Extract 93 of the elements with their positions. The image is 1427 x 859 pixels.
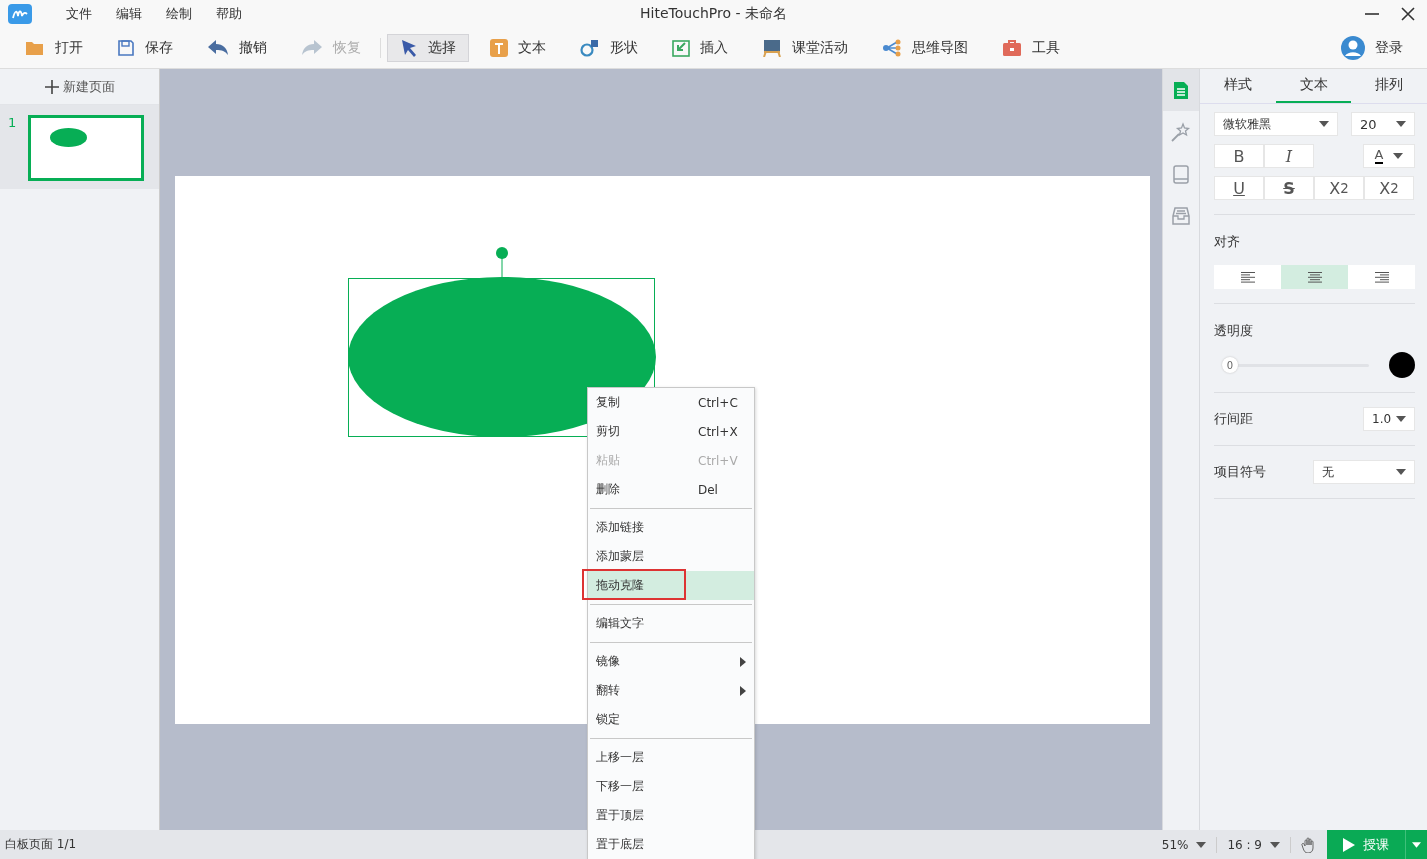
text-t-icon — [490, 39, 508, 57]
panel-tab[interactable]: 样式 — [1200, 69, 1276, 103]
toolbar-button[interactable]: 选择 — [387, 34, 469, 62]
close-icon[interactable] — [1401, 7, 1415, 21]
side-tab[interactable] — [1163, 69, 1199, 111]
present-dropdown-button[interactable] — [1405, 830, 1427, 859]
hand-icon[interactable] — [1301, 836, 1317, 853]
page-indicator: 白板页面 1/1 — [5, 836, 77, 853]
user-avatar-icon — [1341, 36, 1365, 60]
menu-item[interactable]: 拖动克隆 — [588, 571, 754, 600]
menu-item[interactable]: 添加蒙层 — [588, 542, 754, 571]
align-right-icon — [1374, 271, 1389, 283]
window-title: HiteTouchPro - 未命名 — [640, 5, 787, 23]
toolbar-button[interactable]: 思维导图 — [869, 34, 981, 62]
align-button[interactable] — [1348, 265, 1415, 289]
align-button[interactable] — [1214, 265, 1281, 289]
menu-item[interactable]: 翻转 — [588, 676, 754, 705]
line-spacing-dropdown[interactable]: 1.0 — [1363, 407, 1415, 431]
dropdown-caret-icon — [1393, 153, 1404, 159]
toolbar-button[interactable]: 形状 — [567, 34, 651, 62]
menu-item[interactable]: 添加链接 — [588, 513, 754, 542]
magic-wand-icon — [1171, 122, 1191, 142]
toolbar-button[interactable]: 课堂活动 — [749, 34, 861, 62]
panel-tab[interactable]: 文本 — [1275, 69, 1352, 103]
menu-item[interactable]: 帮助 — [204, 5, 254, 23]
italic-button[interactable]: I — [1264, 144, 1314, 168]
inbox-tray-icon — [1172, 207, 1190, 225]
toolbar-button[interactable]: 撤销 — [194, 34, 280, 62]
menu-item[interactable]: 文件 — [54, 5, 104, 23]
font-size-dropdown[interactable]: 20 — [1351, 112, 1415, 136]
menu-item[interactable]: 置于顶层 — [588, 801, 754, 830]
dropdown-caret-icon — [1319, 121, 1329, 127]
strikethrough-button[interactable]: S — [1264, 176, 1314, 200]
aspect-ratio-dropdown[interactable]: 16 : 9 — [1217, 836, 1291, 853]
dropdown-caret-icon — [1396, 416, 1406, 422]
menu-item[interactable]: 复制 Ctrl+C — [588, 388, 754, 417]
align-label: 对齐 — [1214, 233, 1241, 251]
login-button[interactable]: 登录 — [1335, 35, 1409, 61]
opacity-label: 透明度 — [1214, 322, 1254, 340]
underline-button[interactable]: U — [1214, 176, 1264, 200]
book-icon — [1173, 164, 1189, 184]
insert-image-icon — [672, 39, 690, 57]
menu-item[interactable]: 上移一层 — [588, 743, 754, 772]
menu-item[interactable]: 编辑文字 — [588, 609, 754, 638]
bullet-label: 项目符号 — [1214, 463, 1266, 481]
menu-item[interactable]: 下移一层 — [588, 772, 754, 801]
redo-icon — [301, 39, 323, 57]
dropdown-caret-icon — [1396, 121, 1406, 127]
dropdown-caret-icon — [1412, 841, 1421, 848]
toolbar-button[interactable]: 文本 — [477, 34, 559, 62]
cursor-arrow-icon — [400, 39, 418, 57]
menu-item[interactable]: 镜像 — [588, 647, 754, 676]
color-swatch[interactable] — [1389, 352, 1415, 378]
menu-item[interactable]: 剪切 Ctrl+X — [588, 417, 754, 446]
align-center-icon — [1307, 271, 1322, 283]
zoom-dropdown[interactable]: 51% — [1151, 836, 1218, 853]
toolbox-icon — [1002, 39, 1022, 57]
align-button[interactable] — [1281, 265, 1348, 289]
selected-ellipse-shape[interactable] — [347, 246, 657, 440]
panel-tab[interactable]: 排列 — [1351, 69, 1427, 103]
toolbar-button[interactable]: 工具 — [989, 34, 1073, 62]
toolbar-button[interactable]: 插入 — [659, 34, 741, 62]
menu-item[interactable]: 编辑 — [104, 5, 154, 23]
toolbar-button[interactable]: 打开 — [12, 34, 96, 62]
menu-item[interactable]: 删除 Del — [588, 475, 754, 504]
ellipse-thumbnail-icon — [50, 128, 88, 147]
page-thumbnail[interactable] — [28, 115, 145, 181]
dropdown-caret-icon — [1396, 469, 1406, 475]
plus-icon — [44, 79, 59, 94]
font-color-button[interactable]: A — [1363, 144, 1415, 168]
line-spacing-label: 行间距 — [1214, 410, 1253, 428]
dropdown-caret-icon — [1270, 841, 1280, 848]
menu-item[interactable]: 锁定 — [588, 705, 754, 734]
font-dropdown[interactable]: 微软雅黑 — [1214, 112, 1338, 136]
slider-reading: 0 — [1226, 359, 1234, 371]
easel-board-icon — [762, 39, 782, 57]
bullet-dropdown[interactable]: 无 — [1313, 460, 1415, 484]
bold-button[interactable]: B — [1214, 144, 1264, 168]
menu-item[interactable]: 绘制 — [154, 5, 204, 23]
opacity-slider[interactable]: 0 — [1222, 357, 1369, 373]
page-number: 1 — [8, 115, 17, 132]
app-logo-icon — [8, 4, 32, 24]
align-left-icon — [1240, 271, 1255, 283]
toolbar-button[interactable]: 保存 — [104, 34, 186, 62]
menu-item[interactable]: 置于底层 — [588, 830, 754, 859]
mind-map-icon — [882, 39, 902, 57]
play-icon — [1343, 837, 1355, 852]
undo-icon — [207, 39, 229, 57]
dropdown-caret-icon — [1196, 841, 1207, 848]
document-icon — [1173, 80, 1189, 100]
shapes-icon — [580, 39, 600, 57]
folder-icon — [25, 39, 45, 57]
slider-thumb[interactable]: 0 — [1222, 357, 1238, 373]
